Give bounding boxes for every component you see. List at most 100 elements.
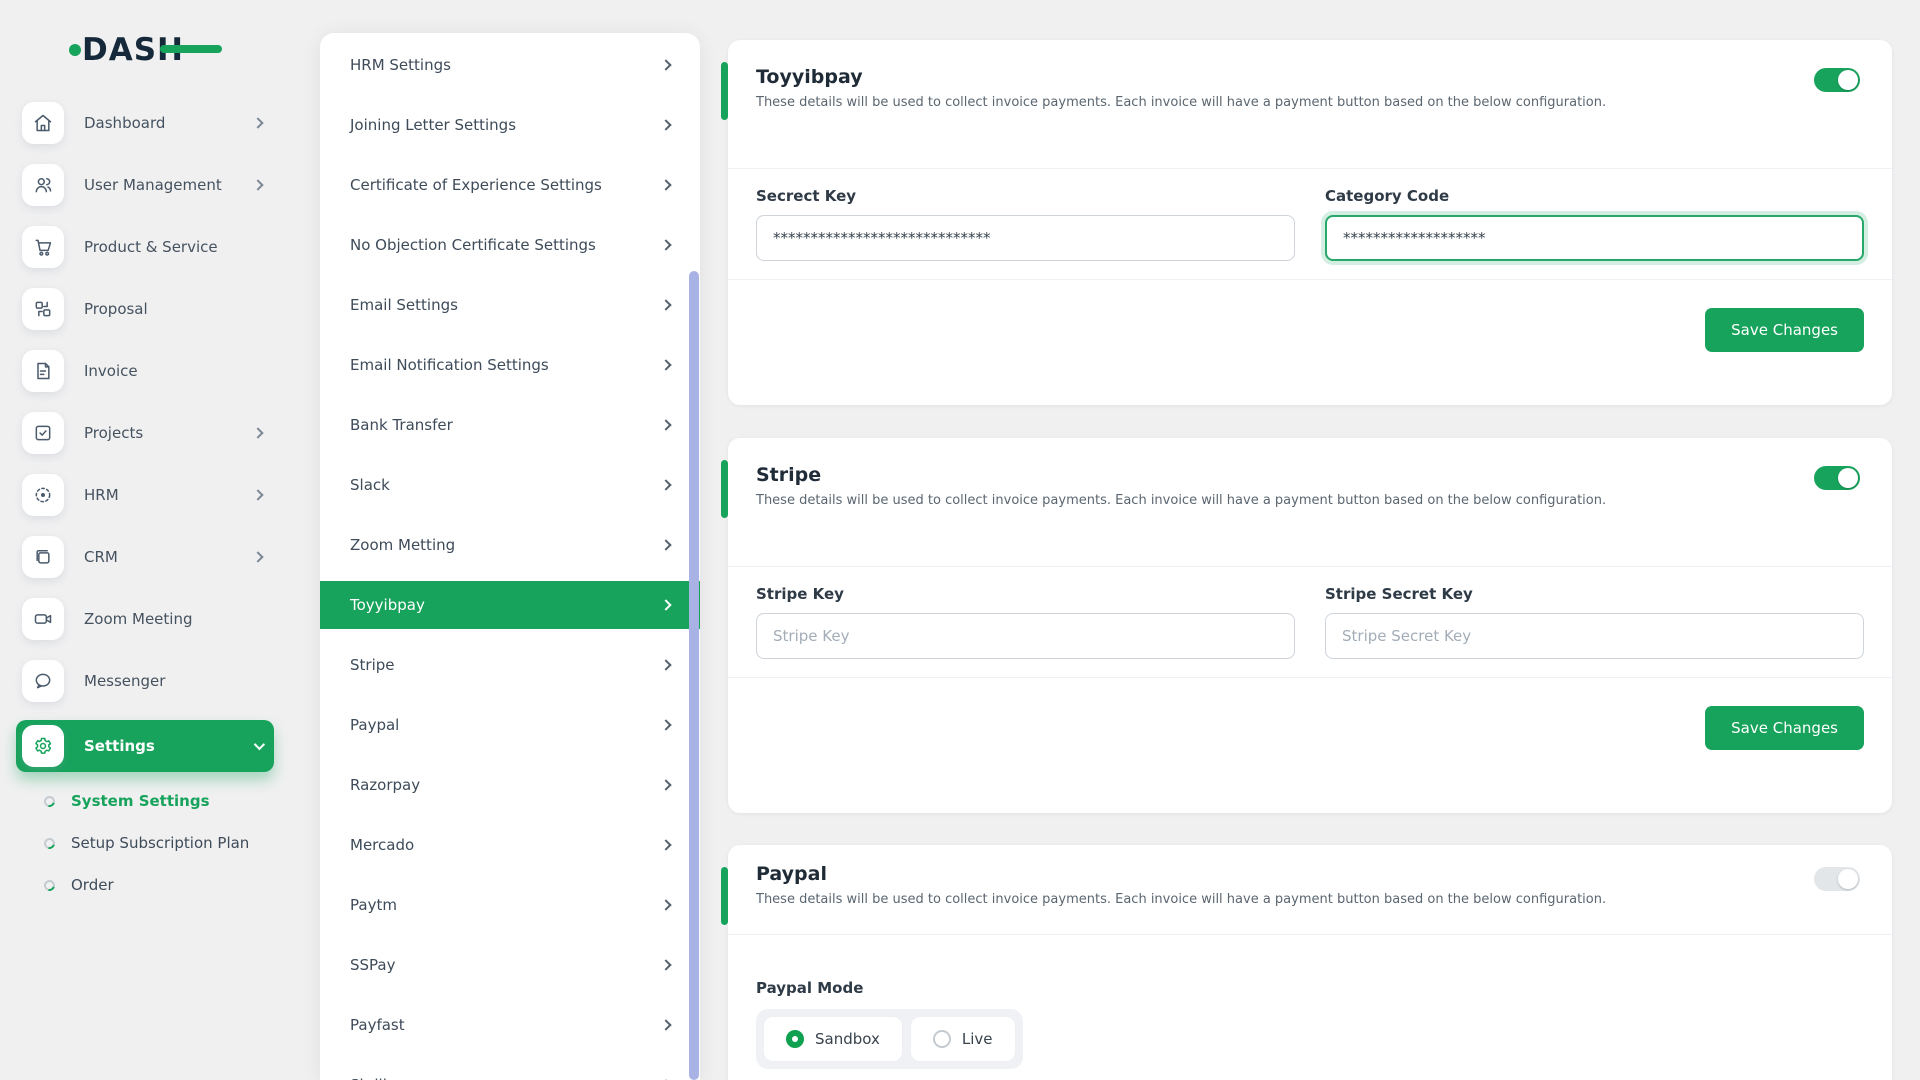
chevron-right-icon (660, 659, 671, 670)
settings-menu-item-bank-transfer[interactable]: Bank Transfer (320, 401, 700, 449)
invoice-file-icon (22, 350, 64, 392)
settings-menu-item-email-settings[interactable]: Email Settings (320, 281, 700, 329)
proposal-icon (22, 288, 64, 330)
sidebar-subitem-label: Order (71, 876, 114, 894)
stripe-enable-toggle[interactable] (1814, 466, 1860, 490)
settings-sub-items: System Settings Setup Subscription Plan … (0, 792, 290, 918)
settings-menu-item-email-notification-settings[interactable]: Email Notification Settings (320, 341, 700, 389)
sidebar-item-proposal[interactable]: Proposal (16, 286, 274, 332)
stripe-secret-key-field: Stripe Secret Key (1325, 585, 1864, 659)
card-description: These details will be used to collect in… (756, 95, 1802, 110)
stripe-card-body: Stripe Key Stripe Secret Key (728, 567, 1892, 659)
sidebar-item-label: Messenger (84, 672, 262, 690)
chat-bubble-icon (22, 660, 64, 702)
sidebar-item-messenger[interactable]: Messenger (16, 658, 274, 704)
settings-menu-item-skrill[interactable]: Skrill (320, 1061, 700, 1080)
sidebar-item-invoice[interactable]: Invoice (16, 348, 274, 394)
sidebar-item-settings[interactable]: Settings (16, 720, 274, 772)
paypal-enable-toggle[interactable] (1814, 867, 1860, 891)
mode-option-label: Sandbox (815, 1030, 880, 1048)
chevron-right-icon (660, 1019, 671, 1030)
category-code-input[interactable] (1325, 215, 1864, 261)
settings-menu-item-no-objection-certificate-settings[interactable]: No Objection Certificate Settings (320, 221, 700, 269)
sidebar-item-zoom-meeting[interactable]: Zoom Meeting (16, 596, 274, 642)
toyyibpay-card-header: Toyyibpay These details will be used to … (728, 40, 1892, 169)
stripe-key-input[interactable] (756, 613, 1295, 659)
sidebar-subitem-setup-subscription-plan[interactable]: Setup Subscription Plan (44, 834, 274, 852)
settings-menu-item-razorpay[interactable]: Razorpay (320, 761, 700, 809)
circle-bullet-icon (42, 793, 57, 808)
settings-menu-item-paytm[interactable]: Paytm (320, 881, 700, 929)
chevron-right-icon (660, 899, 671, 910)
chevron-right-icon (252, 489, 263, 500)
crm-frame-icon (22, 536, 64, 578)
sidebar-item-product-service[interactable]: Product & Service (16, 224, 274, 270)
chevron-down-icon (254, 739, 265, 750)
logo-green-dot (69, 44, 81, 56)
paypal-card-body: Paypal Mode Sandbox Live (728, 935, 1892, 1069)
settings-menu-item-payfast[interactable]: Payfast (320, 1001, 700, 1049)
users-icon (22, 164, 64, 206)
sidebar-subitem-order[interactable]: Order (44, 876, 274, 894)
app-logo[interactable]: DASH (68, 26, 290, 74)
settings-menu-item-certificate-of-experience-settings[interactable]: Certificate of Experience Settings (320, 161, 700, 209)
card-title: Paypal (756, 863, 1802, 885)
sidebar-item-user-management[interactable]: User Management (16, 162, 274, 208)
chevron-right-icon (252, 551, 263, 562)
chevron-right-icon (660, 539, 671, 550)
save-changes-button[interactable]: Save Changes (1705, 706, 1864, 750)
settings-menu-item-toyyibpay[interactable]: Toyyibpay (320, 581, 700, 629)
sidebar-item-label: Settings (84, 737, 254, 755)
settings-menu-item-slack[interactable]: Slack (320, 461, 700, 509)
paypal-mode-label: Paypal Mode (756, 979, 1864, 997)
chevron-right-icon (252, 427, 263, 438)
paypal-card-header: Paypal These details will be used to col… (728, 845, 1892, 935)
chevron-right-icon (660, 839, 671, 850)
video-camera-icon (22, 598, 64, 640)
stripe-card-header: Stripe These details will be used to col… (728, 438, 1892, 567)
settings-menu-item-hrm-settings[interactable]: HRM Settings (320, 41, 700, 89)
sidebar-item-crm[interactable]: CRM (16, 534, 274, 580)
stripe-key-field: Stripe Key (756, 585, 1295, 659)
stripe-card: Stripe These details will be used to col… (728, 438, 1892, 813)
secret-key-input[interactable] (756, 215, 1295, 261)
stripe-secret-key-label: Stripe Secret Key (1325, 585, 1864, 603)
sidebar-nav: Dashboard User Management Product & Serv… (0, 100, 290, 918)
settings-menu-item-mercado[interactable]: Mercado (320, 821, 700, 869)
chevron-right-icon (660, 119, 671, 130)
stripe-card-footer: Save Changes (728, 678, 1892, 778)
sidebar-subitem-system-settings[interactable]: System Settings (44, 792, 274, 810)
toyyibpay-card: Toyyibpay These details will be used to … (728, 40, 1892, 405)
chevron-right-icon (660, 299, 671, 310)
settings-menu-item-sspay[interactable]: SSPay (320, 941, 700, 989)
card-description: These details will be used to collect in… (756, 892, 1802, 907)
chevron-right-icon (660, 59, 671, 70)
settings-menu-item-stripe[interactable]: Stripe (320, 641, 700, 689)
stripe-secret-key-input[interactable] (1325, 613, 1864, 659)
chevron-right-icon (660, 419, 671, 430)
sidebar-item-label: Product & Service (84, 238, 262, 256)
settings-panel-scrollbar[interactable] (689, 271, 699, 1080)
toggle-knob (1838, 869, 1858, 889)
sidebar-item-dashboard[interactable]: Dashboard (16, 100, 274, 146)
toggle-knob (1838, 70, 1858, 90)
card-title: Toyyibpay (756, 66, 1802, 88)
settings-menu-item-paypal[interactable]: Paypal (320, 701, 700, 749)
toyyibpay-enable-toggle[interactable] (1814, 68, 1860, 92)
save-changes-button[interactable]: Save Changes (1705, 308, 1864, 352)
card-accent-bar (721, 867, 728, 925)
radio-selected-icon[interactable] (786, 1030, 804, 1048)
card-accent-bar (721, 62, 728, 120)
settings-menu-item-zoom-metting[interactable]: Zoom Metting (320, 521, 700, 569)
category-code-field: Category Code (1325, 187, 1864, 261)
paypal-mode-live[interactable]: Live (911, 1017, 1015, 1061)
sidebar-item-label: Invoice (84, 362, 262, 380)
settings-menu-item-joining-letter-settings[interactable]: Joining Letter Settings (320, 101, 700, 149)
toyyibpay-card-body: Secrect Key Category Code (728, 169, 1892, 261)
paypal-mode-sandbox[interactable]: Sandbox (764, 1017, 902, 1061)
sidebar-item-hrm[interactable]: HRM (16, 472, 274, 518)
radio-unselected-icon[interactable] (933, 1030, 951, 1048)
sidebar-item-projects[interactable]: Projects (16, 410, 274, 456)
sidebar-item-label: CRM (84, 548, 254, 566)
toggle-knob (1838, 468, 1858, 488)
